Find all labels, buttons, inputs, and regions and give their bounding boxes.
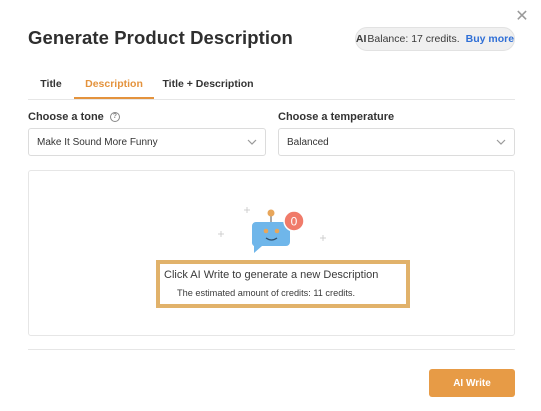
question-circle-icon[interactable]: ? (109, 112, 120, 123)
notification-badge-count: 0 (291, 215, 298, 229)
close-icon[interactable]: ✕ (514, 9, 530, 25)
tab-bar: Title Description Title + Description (28, 70, 515, 100)
tab-title[interactable]: Title (28, 70, 74, 97)
credits-estimate-text: The estimated amount of credits: 11 cred… (177, 288, 356, 298)
sparkle-icon (218, 231, 224, 237)
chevron-down-icon (247, 139, 257, 145)
temperature-field-label: Choose a temperature (278, 111, 395, 123)
tone-field-label: Choose a tone ? (28, 111, 120, 123)
temperature-select-value: Balanced (287, 136, 329, 148)
tone-select[interactable]: Make It Sound More Funny (28, 128, 266, 156)
tone-label-text: Choose a tone (28, 111, 104, 123)
credit-balance-badge: AI Balance: 17 credits. Buy more (355, 27, 515, 51)
robot-chat-icon: 0 (218, 207, 326, 253)
footer-divider (28, 349, 515, 350)
sparkle-icon (320, 235, 326, 241)
tab-title-description[interactable]: Title + Description (154, 70, 262, 97)
empty-state-title: Click AI Write to generate a new Descrip… (164, 269, 379, 281)
ai-mark: AI (355, 33, 367, 45)
sparkle-icon (244, 207, 250, 213)
generate-description-modal: ✕ Generate Product Description AI Balanc… (0, 0, 541, 411)
balance-text: Balance: 17 credits. (367, 33, 460, 45)
tab-description[interactable]: Description (74, 70, 154, 99)
modal-title: Generate Product Description (28, 27, 293, 48)
chevron-down-icon (496, 139, 506, 145)
tone-select-value: Make It Sound More Funny (37, 136, 158, 148)
buy-more-link[interactable]: Buy more (466, 33, 514, 45)
empty-state-message: Click AI Write to generate a new Descrip… (156, 260, 410, 308)
temperature-select[interactable]: Balanced (278, 128, 515, 156)
ai-write-button[interactable]: AI Write (429, 369, 515, 397)
